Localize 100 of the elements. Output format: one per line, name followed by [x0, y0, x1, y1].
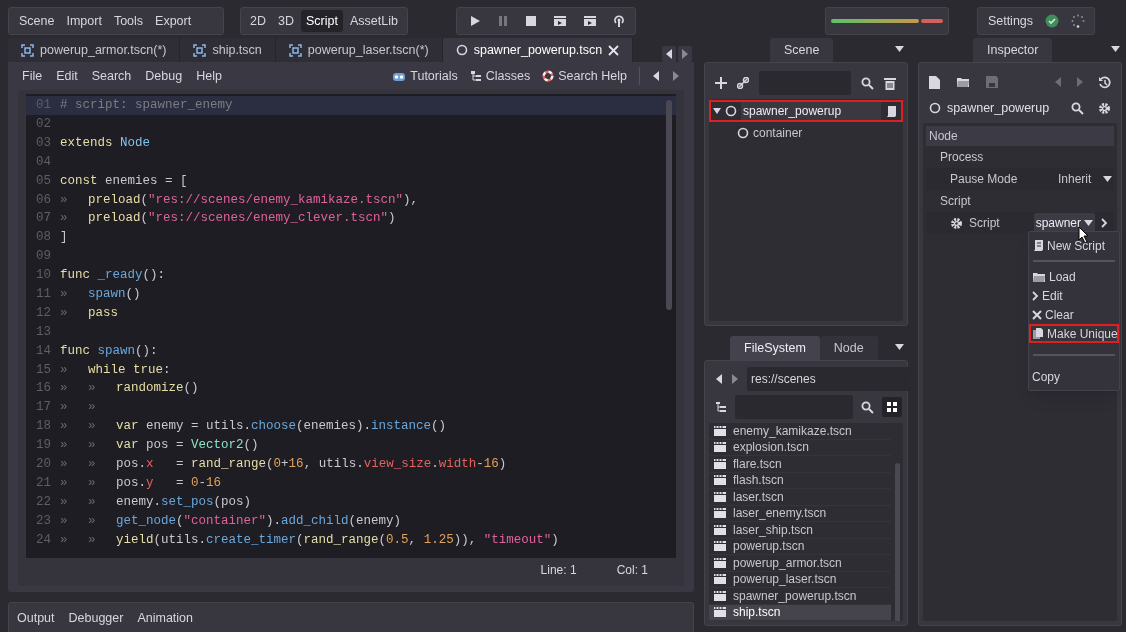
toolbar-button[interactable]: Search Help	[542, 66, 627, 86]
toolbar-button[interactable]: Classes	[469, 66, 531, 86]
scroll-icon[interactable]	[885, 104, 897, 118]
menu-item[interactable]: Debug	[141, 66, 187, 86]
clapperboard-icon	[713, 490, 727, 503]
code-line: » » randomize()	[60, 380, 199, 398]
menu-item[interactable]: Copy	[1029, 367, 1119, 386]
stop-icon[interactable]	[524, 15, 537, 27]
dropdown-icon[interactable]	[895, 344, 904, 350]
menu-item[interactable]: Edit	[52, 66, 82, 86]
settings-button[interactable]: Settings	[987, 11, 1034, 31]
left-arrow-icon[interactable]	[715, 373, 723, 385]
editor-tab[interactable]: spawner_powerup.tscn	[442, 38, 634, 62]
spinner-icon	[1071, 14, 1086, 28]
dock-tab[interactable]: Inspector	[973, 38, 1053, 62]
trash-icon[interactable]	[884, 76, 896, 90]
left-arrow-icon[interactable]	[652, 70, 660, 82]
menu-item[interactable]: File	[18, 66, 47, 86]
panel-tab[interactable]: Animation	[133, 608, 198, 628]
folder-icon[interactable]	[956, 76, 970, 88]
menu-item[interactable]: New Script	[1029, 236, 1119, 255]
code-line: » preload("res://scenes/enemy_kamikaze.tscn"),	[60, 191, 419, 209]
history-icon[interactable]	[1098, 75, 1111, 89]
node-icon	[455, 44, 468, 56]
play-custom-scene-icon[interactable]	[582, 15, 597, 27]
mode-tab[interactable]: 3D	[273, 10, 299, 32]
line-number: 11	[36, 285, 52, 303]
scrollbar-thumb[interactable]	[895, 463, 900, 621]
line-number: 12	[36, 304, 52, 322]
expand-arrow-icon[interactable]	[713, 107, 721, 115]
menu-item[interactable]: Scene	[13, 9, 61, 33]
line-number: 15	[36, 361, 52, 379]
resource-list-row[interactable]: flare.tscn	[709, 456, 891, 473]
add-icon[interactable]	[715, 77, 727, 89]
node-icon	[929, 102, 941, 114]
tree-view-icon[interactable]	[715, 401, 727, 413]
grid-view-icon[interactable]	[882, 397, 902, 417]
search-icon[interactable]	[1071, 101, 1084, 115]
resource-list-row[interactable]: laser_ship.tscn	[709, 522, 891, 539]
resource-list-row[interactable]: laser_enemy.tscn	[709, 505, 891, 522]
resource-list-row[interactable]: enemy_kamikaze.tscn	[709, 423, 891, 440]
menu-item[interactable]: Export	[149, 9, 198, 33]
pause-icon[interactable]	[496, 15, 509, 27]
tree-item[interactable]: spawner_powerup	[709, 100, 903, 122]
chevron-icon	[1101, 218, 1108, 228]
menu-item[interactable]: Search	[87, 66, 136, 86]
path-field[interactable]: res://scenes	[747, 367, 910, 391]
clapperboard-icon	[713, 556, 727, 569]
code-line: » » var enemy = utils.choose(enemies).instance()	[60, 418, 447, 436]
settings-icon[interactable]	[1098, 101, 1111, 115]
play-scene-icon[interactable]	[552, 15, 567, 27]
search-icon[interactable]	[861, 400, 874, 414]
resource-list-row[interactable]: powerup_armor.tscn	[709, 555, 891, 572]
resource-list-row[interactable]: powerup_laser.tscn	[709, 571, 891, 588]
menu-item[interactable]: Import	[60, 9, 108, 33]
resource-list-row[interactable]: powerup.tscn	[709, 538, 891, 555]
line-number: 05	[36, 172, 52, 190]
menu-item[interactable]: Edit	[1029, 286, 1119, 305]
editor-tab[interactable]: powerup_armor.tscn(*)	[8, 38, 181, 62]
line-number: 08	[36, 229, 52, 247]
right-arrow-icon[interactable]	[672, 70, 680, 82]
resource-list-row[interactable]: laser.tscn	[709, 489, 891, 506]
dropdown-icon[interactable]	[1111, 46, 1120, 52]
dropdown-icon[interactable]	[895, 46, 904, 52]
node-icon	[737, 127, 749, 139]
editor-tab[interactable]: powerup_laser.tscn(*)	[275, 38, 443, 62]
scrollbar-thumb[interactable]	[666, 100, 672, 310]
mode-tab[interactable]: AssetLib	[344, 10, 403, 32]
right-arrow-icon[interactable]	[731, 373, 739, 385]
dock-tab[interactable]: FileSystem	[730, 336, 820, 360]
play-icon[interactable]	[468, 15, 481, 27]
resource-list-row[interactable]: flash.tscn	[709, 472, 891, 489]
search-icon[interactable]	[861, 76, 874, 90]
code-editor[interactable]	[26, 94, 676, 558]
category-label: Process	[939, 149, 985, 166]
resource-list-row[interactable]: spawner_powerup.tscn	[709, 588, 891, 605]
mode-tab[interactable]: Script	[300, 10, 343, 32]
dock-tab[interactable]: Scene	[770, 38, 834, 62]
menu-item[interactable]: Help	[192, 66, 226, 86]
resource-list-row[interactable]: explosion.tscn	[709, 439, 891, 456]
menu-item[interactable]: Tools	[107, 9, 150, 33]
link-icon[interactable]	[737, 77, 749, 89]
pause-mode-dropdown[interactable]: Inherit	[1058, 170, 1112, 188]
mode-tab[interactable]: 2D	[245, 10, 271, 32]
broadcast-icon[interactable]	[612, 14, 625, 28]
property-label: Script	[969, 215, 1001, 232]
panel-tab[interactable]: Output	[13, 608, 59, 628]
menu-item[interactable]: Clear	[1029, 305, 1119, 324]
menu-item[interactable]: Make Unique	[1029, 324, 1119, 343]
node-label: container	[753, 125, 803, 142]
tree-item[interactable]: container	[709, 122, 903, 144]
code-line: » » get_node("container").add_child(enemy)	[60, 512, 402, 530]
editor-tab[interactable]: ship.tscn	[180, 38, 276, 62]
dock-tab[interactable]: Node	[819, 336, 878, 360]
new-file-icon[interactable]	[929, 75, 940, 89]
line-number: 22	[36, 493, 52, 511]
panel-tab[interactable]: Debugger	[64, 608, 128, 628]
menu-item[interactable]: Load	[1029, 267, 1119, 286]
close-icon[interactable]	[608, 44, 620, 56]
toolbar-button[interactable]: Tutorials	[392, 66, 458, 86]
